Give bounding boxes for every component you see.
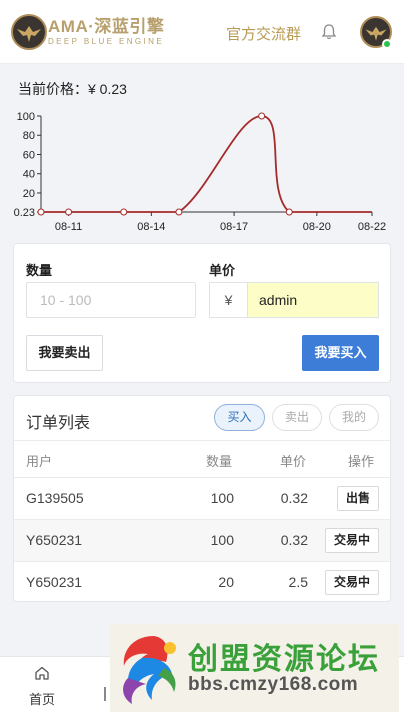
row-user: Y650231 — [26, 574, 83, 590]
currency-prefix: ¥ — [209, 282, 247, 318]
column-user: 用户 — [26, 454, 53, 469]
sell-order-button[interactable]: 出售 — [337, 486, 379, 511]
data-point — [258, 112, 266, 120]
row-quantity: 100 — [210, 490, 234, 506]
table-row: Y650231 100 0.32 交易中 — [14, 520, 390, 561]
row-quantity: 20 — [218, 574, 234, 590]
data-point — [37, 208, 45, 216]
table-row: G139505 100 0.32 出售 — [14, 478, 390, 519]
price-series-line — [40, 115, 372, 213]
column-quantity: 数量 — [206, 454, 233, 469]
x-tick-label: 08-17 — [220, 221, 248, 233]
data-point — [285, 208, 293, 216]
app-header: AMA·深蓝引擎 DEEP BLUE ENGINE 官方交流群 — [0, 0, 404, 64]
unit-price-input[interactable]: admin — [247, 282, 379, 318]
row-quantity: 100 — [210, 532, 234, 548]
sell-button[interactable]: 我要卖出 — [26, 335, 103, 371]
trading-status-button[interactable]: 交易中 — [325, 570, 379, 595]
trading-status-button[interactable]: 交易中 — [325, 528, 379, 553]
bell-icon[interactable] — [319, 22, 339, 42]
trade-form: 数量 单价 10 - 100 ¥ admin 我要卖出 我要买入 — [13, 243, 391, 383]
x-tick-label: 08-22 — [358, 221, 386, 233]
y-tick-label: 100 — [17, 111, 35, 123]
brand-subtitle: DEEP BLUE ENGINE — [48, 37, 165, 46]
forum-logo-icon — [123, 636, 176, 704]
row-price: 0.32 — [280, 532, 308, 548]
x-tick-label: 08-20 — [303, 221, 331, 233]
current-price: 当前价格：¥ 0.23 — [18, 81, 127, 97]
brand-logo[interactable] — [11, 14, 47, 50]
y-tick-label: 40 — [23, 169, 35, 181]
brand: AMA·深蓝引擎 DEEP BLUE ENGINE — [48, 17, 164, 47]
tab-home[interactable]: 首页 — [22, 665, 62, 708]
data-point — [65, 208, 73, 216]
row-user: G139505 — [26, 490, 84, 506]
y-tick-label: 0.23 — [14, 207, 35, 219]
tab-home-label: 首页 — [28, 692, 55, 707]
unit-price-label: 单价 — [209, 263, 236, 278]
column-price: 单价 — [280, 454, 307, 469]
order-list: 订单列表 买入 卖出 我的 用户 数量 单价 操作 G139505 100 0.… — [13, 395, 391, 602]
quantity-input[interactable]: 10 - 100 — [26, 282, 196, 318]
online-status-dot — [382, 39, 392, 49]
y-tick-label: 60 — [23, 149, 35, 161]
home-icon — [35, 666, 49, 680]
x-tick-label: 08-14 — [137, 221, 165, 233]
order-list-title: 订单列表 — [26, 415, 91, 432]
official-group-link[interactable]: 官方交流群 — [226, 23, 301, 44]
buy-button[interactable]: 我要买入 — [302, 335, 379, 371]
table-row: Y650231 20 2.5 交易中 — [14, 562, 390, 603]
quantity-label: 数量 — [26, 263, 53, 278]
eagle-icon — [17, 26, 41, 42]
row-user: Y650231 — [26, 532, 83, 548]
watermark-title: 创盟资源论坛 — [188, 643, 380, 676]
watermark-url: bbs.cmzy168.com — [188, 674, 359, 695]
x-tick-label: 08-11 — [55, 221, 82, 233]
watermark-banner: 创盟资源论坛 bbs.cmzy168.com — [110, 624, 399, 712]
data-point — [120, 208, 128, 216]
filter-buy[interactable]: 买入 — [214, 404, 265, 431]
data-point — [175, 208, 183, 216]
column-action: 操作 — [348, 454, 375, 469]
table-header: 用户 数量 单价 操作 — [14, 441, 390, 477]
row-price: 2.5 — [288, 574, 308, 590]
row-price: 0.32 — [280, 490, 308, 506]
brand-title: AMA·深蓝引擎 — [48, 17, 165, 36]
filter-mine[interactable]: 我的 — [329, 404, 379, 431]
y-tick-label: 20 — [23, 188, 35, 200]
price-chart: 100 80 60 40 20 0.23 08-11 08-14 08-17 08-20 08-22 — [14, 111, 386, 233]
y-tick-label: 80 — [23, 130, 35, 142]
filter-sell[interactable]: 卖出 — [272, 404, 322, 431]
